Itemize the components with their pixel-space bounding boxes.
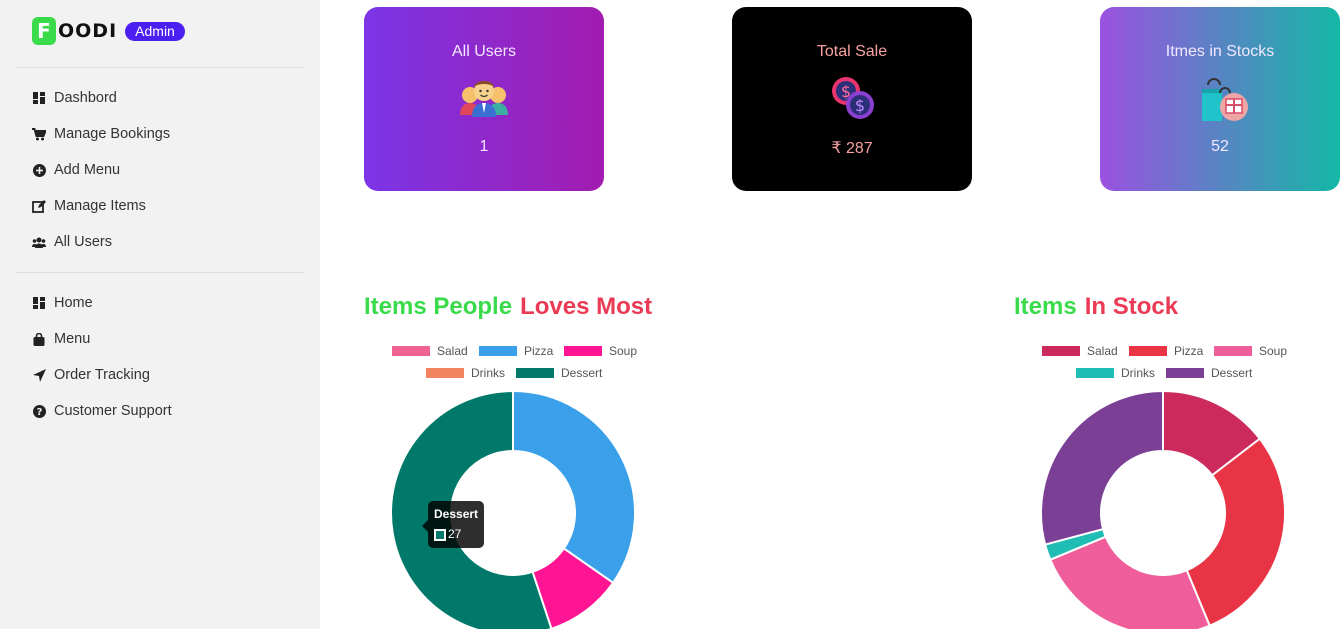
donut-chart-loves[interactable] xyxy=(380,380,646,629)
sidebar-item-dashboard[interactable]: Dashbord xyxy=(32,80,170,116)
admin-badge: Admin xyxy=(125,21,185,41)
chart-title-loves: Items People Loves Most xyxy=(364,293,652,321)
legend-item[interactable]: Dessert xyxy=(1166,366,1252,380)
legend-label: Salad xyxy=(437,344,468,358)
chart-tooltip: Dessert 27 xyxy=(422,501,484,548)
stat-card-stock: Itmes in Stocks 52 xyxy=(1100,7,1340,191)
legend-item[interactable]: Salad xyxy=(1042,344,1118,358)
edit-icon xyxy=(32,199,46,213)
tooltip-value: 27 xyxy=(448,527,462,541)
legend-swatch xyxy=(1129,346,1167,356)
question-circle-icon: ? xyxy=(32,404,46,418)
shopping-bags-icon xyxy=(1192,71,1248,127)
legend-swatch xyxy=(1214,346,1252,356)
sidebar-item-label: Manage Items xyxy=(54,198,146,214)
legend-item[interactable]: Pizza xyxy=(479,344,553,358)
legend-label: Soup xyxy=(609,344,638,358)
legend-swatch xyxy=(392,346,430,356)
sidebar-item-label: Menu xyxy=(54,331,91,347)
legend-label: Salad xyxy=(1087,344,1118,358)
legend-swatch xyxy=(426,368,464,378)
logo-text: OODI xyxy=(58,20,118,42)
legend-item[interactable]: Dessert xyxy=(516,366,602,380)
donut-chart-stock[interactable] xyxy=(1030,380,1296,629)
stat-card-users: All Users 1 xyxy=(364,7,604,191)
sidebar-item-label: Dashbord xyxy=(54,90,117,106)
sidebar-item-order-tracking[interactable]: Order Tracking xyxy=(32,357,172,393)
stat-value: 52 xyxy=(1211,138,1229,155)
svg-text:$: $ xyxy=(855,96,865,115)
dashboard-icon xyxy=(32,296,46,310)
chart-title-part: Items xyxy=(1014,293,1077,320)
legend-label: Dessert xyxy=(561,366,603,380)
bag-icon xyxy=(32,332,46,346)
legend-label: Drinks xyxy=(471,366,506,380)
stat-value: 1 xyxy=(479,138,489,155)
users-icon xyxy=(32,235,46,249)
brand[interactable]: F OODI Admin xyxy=(32,17,185,45)
sidebar-item-label: Home xyxy=(54,295,93,311)
sidebar-item-customer-support[interactable]: ? Customer Support xyxy=(32,393,172,429)
chart-title-part: In Stock xyxy=(1084,293,1179,320)
donut-slice-pizza[interactable] xyxy=(1185,437,1286,628)
donut-slice-dessert[interactable] xyxy=(1040,389,1164,546)
legend-swatch xyxy=(1042,346,1080,356)
donut-slice-pizza[interactable] xyxy=(512,389,636,585)
cart-icon xyxy=(32,127,46,141)
sidebar: F OODI Admin Dashbord Manage Bookings Ad… xyxy=(0,0,320,629)
location-arrow-icon xyxy=(32,368,46,382)
legend-swatch xyxy=(1166,368,1204,378)
plus-circle-icon xyxy=(32,163,46,177)
chart-title-part: Loves Most xyxy=(520,293,653,320)
legend-label: Drinks xyxy=(1121,366,1156,380)
divider xyxy=(16,272,304,273)
sidebar-item-menu[interactable]: Menu xyxy=(32,321,172,357)
logo-icon: F xyxy=(32,17,56,45)
sidebar-item-label: All Users xyxy=(54,234,113,250)
sidebar-item-manage-items[interactable]: Manage Items xyxy=(32,188,170,224)
legend-swatch xyxy=(516,368,554,378)
coins-icon: $ $ xyxy=(824,71,880,127)
legend-swatch xyxy=(1076,368,1114,378)
legend-item[interactable]: Pizza xyxy=(1129,344,1203,358)
legend-item[interactable]: Drinks xyxy=(1076,366,1155,380)
legend-label: Soup xyxy=(1259,344,1288,358)
legend-label: Pizza xyxy=(1174,344,1204,358)
sidebar-item-label: Add Menu xyxy=(54,162,121,178)
users-group-icon xyxy=(456,71,512,127)
legend-label: Dessert xyxy=(1211,366,1253,380)
svg-text:?: ? xyxy=(36,407,42,418)
admin-menu: Dashbord Manage Bookings Add Menu Manage… xyxy=(32,80,170,260)
divider xyxy=(16,67,304,68)
legend-swatch xyxy=(564,346,602,356)
legend-item[interactable]: Salad xyxy=(392,344,468,358)
stat-card-sale: Total Sale $ $ ₹ 287 xyxy=(732,7,972,191)
sidebar-item-label: Order Tracking xyxy=(54,367,150,383)
sidebar-item-label: Manage Bookings xyxy=(54,126,171,142)
legend-swatch xyxy=(479,346,517,356)
sidebar-item-manage-bookings[interactable]: Manage Bookings xyxy=(32,116,170,152)
chart-title-stock: Items In Stock xyxy=(1014,293,1178,321)
dashboard-icon xyxy=(32,91,46,105)
tooltip-label: Dessert xyxy=(434,507,479,521)
legend-label: Pizza xyxy=(524,344,554,358)
legend-item[interactable]: Soup xyxy=(564,344,637,358)
legend-item[interactable]: Soup xyxy=(1214,344,1287,358)
sidebar-item-home[interactable]: Home xyxy=(32,285,172,321)
stat-title: All Users xyxy=(451,43,516,60)
stat-value: ₹ 287 xyxy=(831,140,873,157)
sidebar-item-add-menu[interactable]: Add Menu xyxy=(32,152,170,188)
stat-title: Total Sale xyxy=(816,43,888,60)
tooltip-swatch xyxy=(434,529,446,541)
legend-item[interactable]: Drinks xyxy=(426,366,505,380)
site-menu: Home Menu Order Tracking ? Customer Supp… xyxy=(32,285,172,429)
stat-title: Itmes in Stocks xyxy=(1165,43,1275,60)
sidebar-item-all-users[interactable]: All Users xyxy=(32,224,170,260)
sidebar-item-label: Customer Support xyxy=(54,403,172,419)
chart-title-part: Items People xyxy=(364,293,513,320)
